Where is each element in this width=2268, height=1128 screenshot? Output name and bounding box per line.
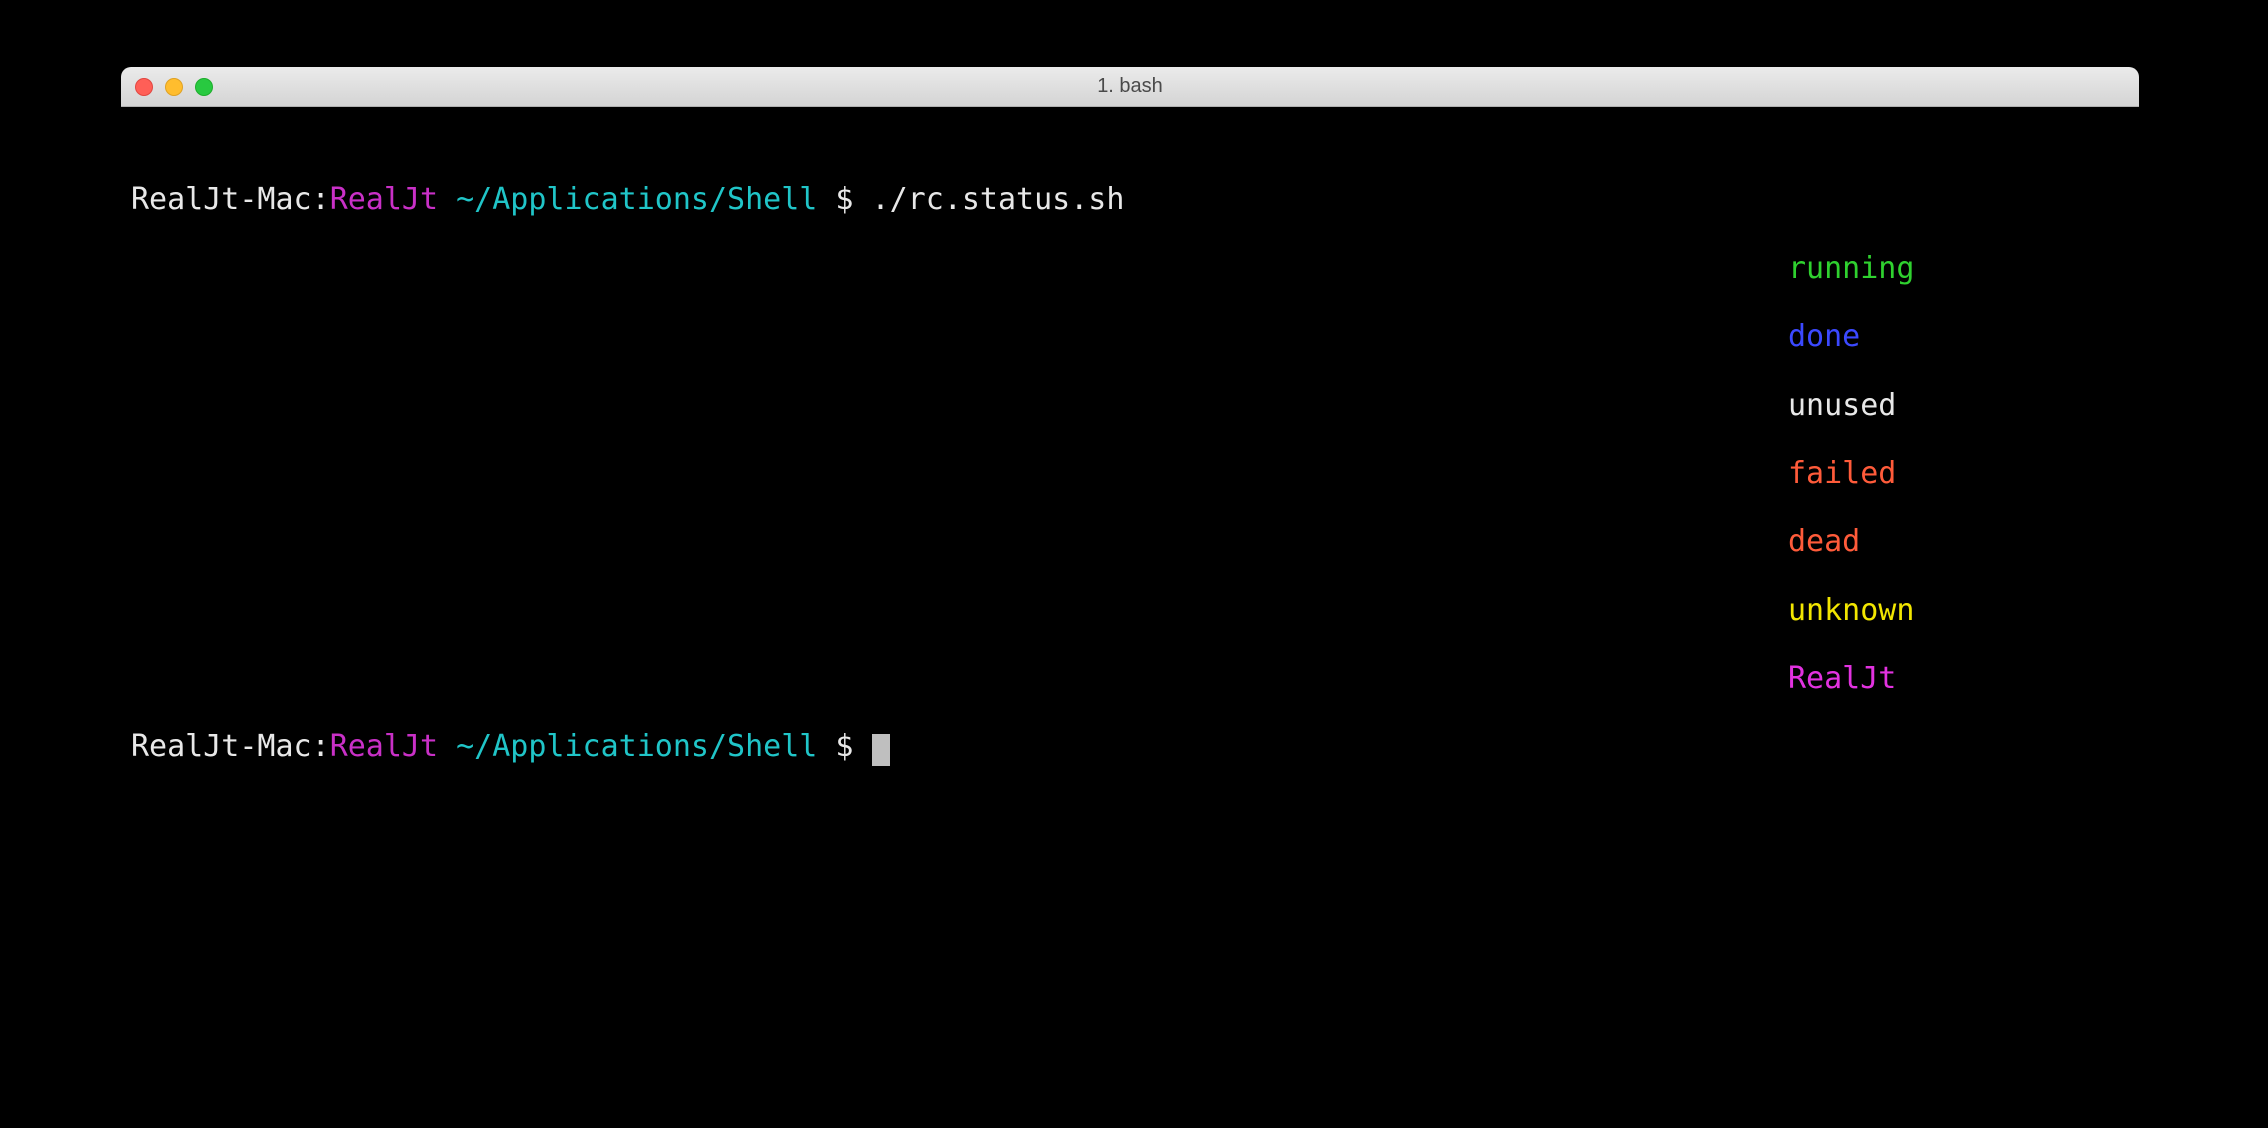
prompt-line-2: RealJt-Mac:RealJt ~/Applications/Shell $ <box>131 730 2129 764</box>
prompt-path: ~/Applications/Shell <box>456 729 817 764</box>
status-line: dead <box>131 525 2129 559</box>
status-failed: failed <box>1788 456 1896 491</box>
status-line: RealJt <box>131 662 2129 696</box>
prompt-colon: : <box>312 729 330 764</box>
prompt-path: ~/Applications/Shell <box>456 182 817 217</box>
prompt-user: RealJt <box>330 729 438 764</box>
prompt-colon: : <box>312 182 330 217</box>
status-running: running <box>1788 251 1914 286</box>
status-realjt: RealJt <box>1788 661 1896 696</box>
close-button[interactable] <box>135 78 153 96</box>
status-done: done <box>1788 319 1860 354</box>
terminal-window: 1. bash RealJt-Mac:RealJt ~/Applications… <box>121 67 2139 1087</box>
status-line: unknown <box>131 594 2129 628</box>
status-line: unused <box>131 389 2129 423</box>
command-text: ./rc.status.sh <box>872 182 1125 217</box>
status-unused: unused <box>1788 388 1896 423</box>
prompt-user: RealJt <box>330 182 438 217</box>
prompt-host: RealJt-Mac <box>131 182 312 217</box>
terminal-body[interactable]: RealJt-Mac:RealJt ~/Applications/Shell $… <box>121 107 2139 841</box>
status-dead: dead <box>1788 524 1860 559</box>
prompt-host: RealJt-Mac <box>131 729 312 764</box>
status-line: done <box>131 320 2129 354</box>
status-unknown: unknown <box>1788 593 1914 628</box>
traffic-lights <box>121 78 213 96</box>
status-line: running <box>131 252 2129 286</box>
prompt-dollar: $ <box>835 182 853 217</box>
titlebar[interactable]: 1. bash <box>121 67 2139 107</box>
status-line: failed <box>131 457 2129 491</box>
maximize-button[interactable] <box>195 78 213 96</box>
window-title: 1. bash <box>121 75 2139 98</box>
minimize-button[interactable] <box>165 78 183 96</box>
prompt-line-1: RealJt-Mac:RealJt ~/Applications/Shell $… <box>131 183 2129 217</box>
cursor <box>872 734 890 766</box>
prompt-dollar: $ <box>835 729 853 764</box>
